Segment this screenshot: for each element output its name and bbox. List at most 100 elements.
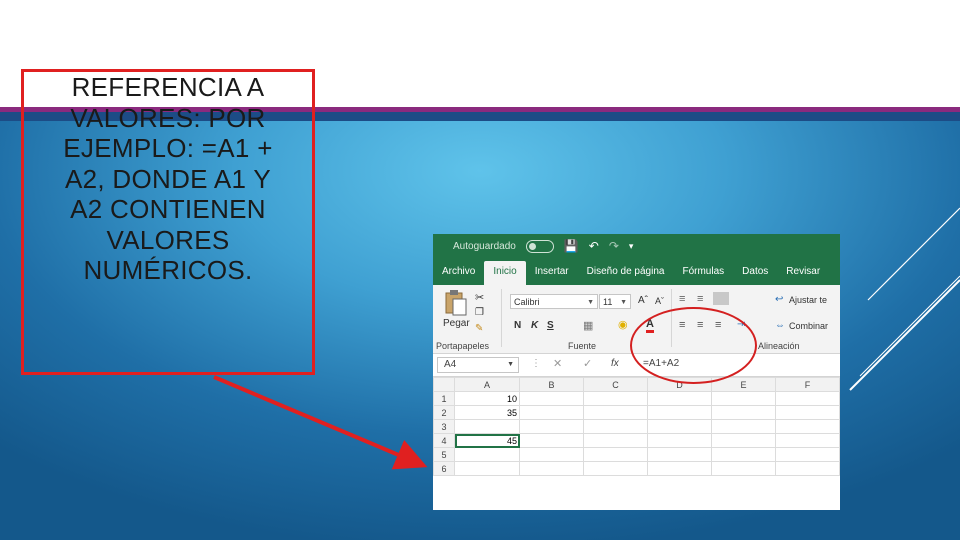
borders-icon[interactable]: ▦ (583, 319, 593, 332)
cell[interactable] (647, 391, 712, 406)
column-header[interactable]: C (583, 377, 648, 392)
table-row: 6 (433, 461, 840, 476)
cell[interactable] (775, 461, 840, 476)
cell[interactable] (711, 405, 776, 420)
cell-a3[interactable] (454, 419, 520, 434)
row-header[interactable]: 6 (433, 461, 455, 476)
cell[interactable] (519, 405, 584, 420)
cell[interactable] (647, 461, 712, 476)
cell[interactable] (519, 447, 584, 462)
column-header[interactable]: F (775, 377, 840, 392)
row-header[interactable]: 3 (433, 419, 455, 434)
grow-font-icon[interactable]: Aˆ (638, 295, 648, 306)
cell[interactable] (711, 447, 776, 462)
tab-formulas[interactable]: Fórmulas (673, 261, 733, 285)
redo-icon[interactable]: ↷ (609, 239, 619, 253)
cell[interactable] (711, 461, 776, 476)
cell[interactable] (647, 405, 712, 420)
table-row: 5 (433, 447, 840, 462)
middle-align-icon[interactable]: ≡ (697, 293, 703, 305)
table-row: 1 10 (433, 391, 840, 406)
worksheet-grid: A B C D E F 1 10 2 35 3 4 45 5 6 (433, 377, 840, 476)
tab-insertar[interactable]: Insertar (526, 261, 578, 285)
font-size-combo[interactable]: 11 ▼ (599, 294, 631, 309)
wrap-text-button[interactable]: Ajustar te (789, 295, 827, 305)
column-header[interactable]: A (454, 377, 520, 392)
underline-button[interactable]: S (547, 320, 554, 331)
tab-inicio[interactable]: Inicio (484, 261, 526, 285)
font-name-combo[interactable]: Calibri ▼ (510, 294, 598, 309)
enter-icon[interactable]: ✓ (583, 357, 592, 370)
font-name-value: Calibri (514, 297, 540, 307)
column-header[interactable]: B (519, 377, 584, 392)
explanation-textbox: REFERENCIA A VALORES: POR EJEMPLO: =A1 +… (21, 69, 315, 375)
table-row: 3 (433, 419, 840, 434)
row-header[interactable]: 1 (433, 391, 455, 406)
autosave-label: Autoguardado (453, 240, 516, 252)
autosave-toggle[interactable] (525, 239, 554, 253)
row-header[interactable]: 4 (433, 433, 455, 448)
cell[interactable] (775, 405, 840, 420)
row-header[interactable]: 5 (433, 447, 455, 462)
tab-datos[interactable]: Datos (733, 261, 777, 285)
cell[interactable] (583, 461, 648, 476)
cell[interactable] (711, 433, 776, 448)
cell[interactable] (583, 433, 648, 448)
clipboard-group-label: Portapapeles (436, 341, 490, 351)
cell[interactable] (775, 447, 840, 462)
text-line: EJEMPLO: =A1 + (63, 133, 273, 163)
merge-icon[interactable]: ⇔ (775, 320, 785, 331)
cell[interactable] (519, 391, 584, 406)
cell[interactable] (711, 391, 776, 406)
merge-button[interactable]: Combinar (789, 321, 828, 331)
cell[interactable] (583, 447, 648, 462)
tab-archivo[interactable]: Archivo (433, 261, 484, 285)
fill-color-icon[interactable]: ◉ (618, 318, 628, 331)
cell[interactable] (775, 419, 840, 434)
cell-a1[interactable]: 10 (454, 391, 520, 406)
chevron-down-icon: ▼ (587, 299, 594, 306)
bottom-align-icon[interactable] (713, 292, 729, 305)
format-painter-icon[interactable]: ✎ (475, 323, 483, 334)
cell-a6[interactable] (454, 461, 520, 476)
cell[interactable] (647, 433, 712, 448)
cell-a5[interactable] (454, 447, 520, 462)
cell-a2[interactable]: 35 (454, 405, 520, 420)
copy-icon[interactable]: ❐ (475, 307, 484, 318)
italic-button[interactable]: K (531, 320, 538, 331)
cell[interactable] (583, 391, 648, 406)
select-all-corner[interactable] (433, 377, 455, 392)
more-options-icon: ⋮ (531, 358, 541, 369)
top-align-icon[interactable]: ≡ (679, 293, 685, 305)
save-icon[interactable]: 💾 (564, 239, 579, 253)
cell[interactable] (711, 419, 776, 434)
chevron-down-icon: ▼ (620, 299, 627, 306)
cell-a4-selected[interactable]: 45 (454, 433, 520, 448)
cell[interactable] (775, 433, 840, 448)
tab-diseno-pagina[interactable]: Diseño de página (578, 261, 674, 285)
cell[interactable] (647, 447, 712, 462)
shrink-font-icon[interactable]: Aˇ (655, 296, 664, 306)
customize-qat-icon[interactable]: ▾ (629, 241, 634, 252)
cancel-icon[interactable]: ✕ (553, 357, 562, 370)
wrap-text-icon[interactable]: ↩ (775, 294, 783, 305)
row-header[interactable]: 2 (433, 405, 455, 420)
text-line: NUMÉRICOS. (83, 255, 253, 285)
paste-button[interactable]: Pegar (443, 318, 470, 329)
cell[interactable] (583, 405, 648, 420)
cell[interactable] (775, 391, 840, 406)
decorative-lines (849, 207, 960, 391)
undo-icon[interactable]: ↶ (589, 239, 599, 253)
cell[interactable] (519, 419, 584, 434)
cell[interactable] (647, 419, 712, 434)
paste-icon[interactable] (443, 289, 469, 317)
cut-icon[interactable]: ✂ (475, 291, 484, 304)
insert-function-icon[interactable]: fx (611, 358, 619, 369)
bold-button[interactable]: N (514, 320, 521, 331)
name-box[interactable]: A4 ▼ (437, 357, 519, 373)
table-row: 2 35 (433, 405, 840, 420)
cell[interactable] (519, 433, 584, 448)
cell[interactable] (583, 419, 648, 434)
cell[interactable] (519, 461, 584, 476)
tab-revisar[interactable]: Revisar (777, 261, 829, 285)
